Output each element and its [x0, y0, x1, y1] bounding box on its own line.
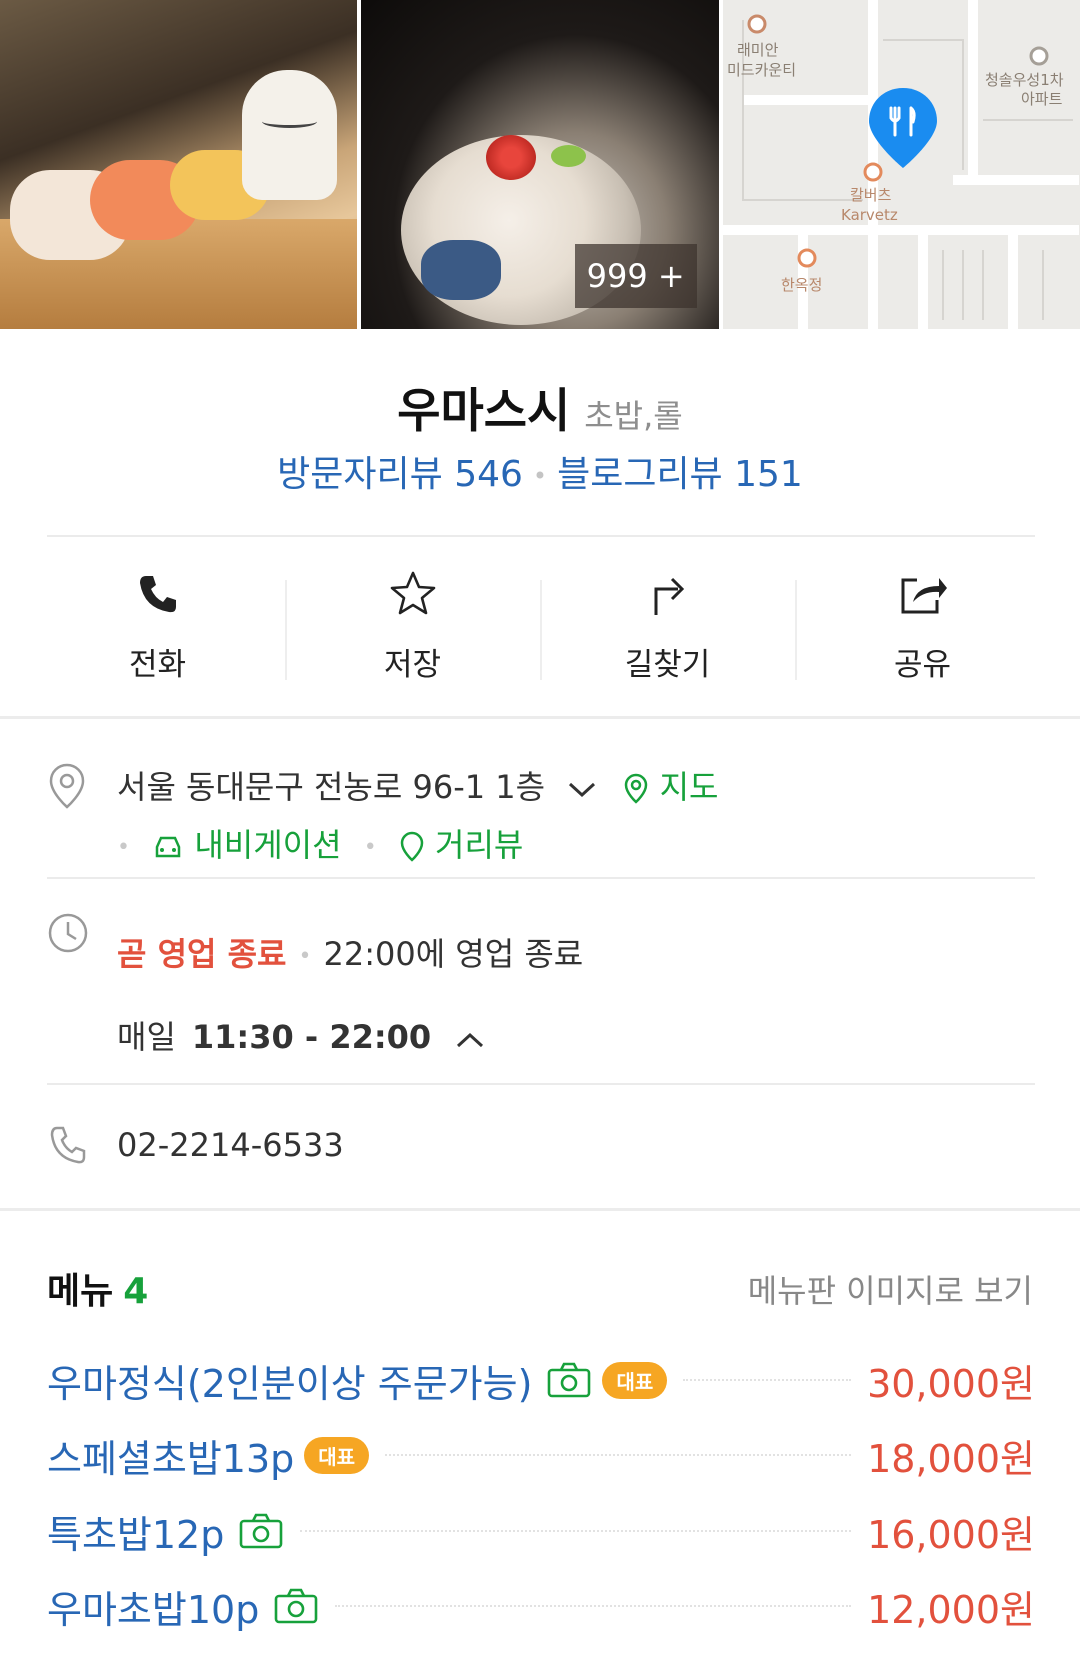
separator-dot: •: [532, 462, 548, 490]
action-bar: 전화 저장 길찾기 공유: [30, 540, 1050, 685]
photo-sushi-board[interactable]: [0, 0, 358, 329]
menu-title: 메뉴: [47, 1271, 114, 1312]
visitor-reviews-link[interactable]: 방문자리뷰 546: [277, 454, 523, 495]
review-links: 방문자리뷰 546 • 블로그리뷰 151: [0, 445, 1080, 497]
menu-item[interactable]: 특초밥12p 16,000원: [47, 1503, 1035, 1559]
place-name: 우마스시: [397, 384, 571, 439]
menu-item-price: 30,000원: [867, 1361, 1035, 1406]
closing-time-note: 22:00에 영업 종료: [323, 935, 584, 973]
save-label: 저장: [383, 647, 442, 683]
directions-icon: [540, 564, 795, 624]
sauce-dish: [421, 240, 502, 300]
photo-sashimi-bowl[interactable]: 999 +: [361, 0, 719, 329]
map-label-cheongsol: 청솔우성1차: [985, 71, 1064, 89]
camera-icon: [238, 1512, 284, 1550]
photo-count-badge[interactable]: 999 +: [574, 244, 697, 308]
place-title-row: 우마스시 초밥,롤: [0, 372, 1080, 441]
hours-days: 매일: [117, 1018, 176, 1056]
menu-count: 4: [123, 1271, 149, 1312]
divider: [47, 535, 1035, 537]
location-map-thumbnail[interactable]: 래미안 미드카운티 청솔우성1차 아파트 칼버츠 Karvetz 한옥정: [722, 0, 1080, 329]
menu-item-name: 우마초밥10p: [47, 1587, 260, 1632]
directions-button[interactable]: 길찾기: [540, 540, 795, 685]
representative-badge: 대표: [602, 1361, 668, 1399]
dotted-leader: [335, 1605, 852, 1607]
location-pin-icon: [47, 762, 87, 814]
menu-item-price: 16,000원: [867, 1512, 1035, 1557]
clock-icon: [47, 912, 89, 958]
map-label-raemian: 래미안: [737, 41, 779, 59]
share-icon: [795, 564, 1050, 624]
menu-item-name: 스페셜초밥13p: [47, 1436, 295, 1481]
call-label: 전화: [128, 647, 187, 683]
call-button[interactable]: 전화: [30, 540, 285, 685]
representative-badge: 대표: [304, 1436, 370, 1474]
menu-item-price: 12,000원: [867, 1587, 1035, 1632]
blog-reviews-link[interactable]: 블로그리뷰 151: [557, 454, 803, 495]
menu-item[interactable]: 우마정식(2인분이상 주문가능) 대표 30,000원: [47, 1352, 1035, 1408]
phone-number[interactable]: 02-2214-6533: [117, 1126, 344, 1164]
navigation-link-label: 내비게이션: [194, 826, 342, 864]
place-category: 초밥,롤: [584, 397, 683, 435]
menu-item-price: 18,000원: [867, 1436, 1035, 1481]
map-label-karvetz-ko: 칼버츠: [850, 186, 892, 204]
map-label-hanokjeong: 한옥정: [781, 276, 822, 294]
menu-section-title: 메뉴 4: [47, 1262, 148, 1314]
map-label-karvetz-en: Karvetz: [841, 206, 898, 224]
photo-strip: 999 + 래미안 미드카운티 청솔우성1차 아파트 칼버츠 Karvetz 한…: [0, 0, 1080, 329]
phone-icon: [30, 564, 285, 624]
dotted-leader: [300, 1530, 852, 1532]
save-button[interactable]: 저장: [285, 540, 540, 685]
share-button[interactable]: 공유: [795, 540, 1050, 685]
menu-image-link[interactable]: 메뉴판 이미지로 보기: [748, 1266, 1033, 1312]
expand-address-chevron-icon[interactable]: [567, 770, 597, 808]
map-label-apartment: 아파트: [1021, 90, 1063, 108]
map-graphic: 래미안 미드카운티 청솔우성1차 아파트 칼버츠 Karvetz 한옥정: [722, 0, 1079, 329]
dotted-leader: [683, 1379, 852, 1381]
menu-item-name: 우마정식(2인분이상 주문가능): [47, 1361, 533, 1406]
lucky-cat-figure: [242, 70, 338, 200]
menu-item[interactable]: 스페셜초밥13p 대표 18,000원: [47, 1427, 1035, 1483]
share-label: 공유: [893, 647, 952, 683]
map-link-label: 지도: [659, 768, 719, 806]
address-row: 서울 동대문구 전농로 96-1 1층 지도: [117, 762, 718, 808]
directions-label: 길찾기: [624, 647, 711, 683]
navigation-link[interactable]: 내비게이션: [152, 826, 352, 864]
car-icon: [155, 836, 181, 858]
hours-time: 11:30 - 22:00: [191, 1018, 432, 1056]
section-divider: [0, 716, 1080, 719]
garnish-flower: [486, 135, 537, 180]
divider: [47, 877, 1035, 879]
menu-item-name: 특초밥12p: [47, 1512, 225, 1557]
business-status-row: 곧 영업 종료 • 22:00에 영업 종료: [117, 935, 584, 973]
business-hours-row[interactable]: 매일 11:30 - 22:00: [117, 1012, 485, 1058]
phone-outline-icon: [47, 1124, 89, 1170]
menu-item[interactable]: 우마초밥10p 12,000원: [47, 1578, 1035, 1634]
camera-icon: [273, 1587, 319, 1625]
camera-icon: [546, 1361, 592, 1399]
map-link[interactable]: 지도: [623, 768, 718, 806]
map-label-midcounty: 미드카운티: [727, 61, 796, 79]
collapse-hours-chevron-icon[interactable]: [455, 1020, 485, 1058]
section-divider: [0, 1208, 1080, 1211]
street-view-link-label: 거리뷰: [435, 826, 524, 864]
dotted-leader: [385, 1454, 852, 1456]
address-actions-row: • 내비게이션 • 거리뷰: [117, 826, 524, 864]
divider: [47, 1083, 1035, 1085]
closing-soon-status: 곧 영업 종료: [117, 935, 287, 973]
map-pin-small-icon: [625, 773, 648, 804]
street-view-pin-icon: [400, 831, 424, 862]
address-text: 서울 동대문구 전농로 96-1 1층: [117, 768, 546, 806]
star-icon: [285, 564, 540, 624]
street-view-link[interactable]: 거리뷰: [399, 826, 524, 864]
